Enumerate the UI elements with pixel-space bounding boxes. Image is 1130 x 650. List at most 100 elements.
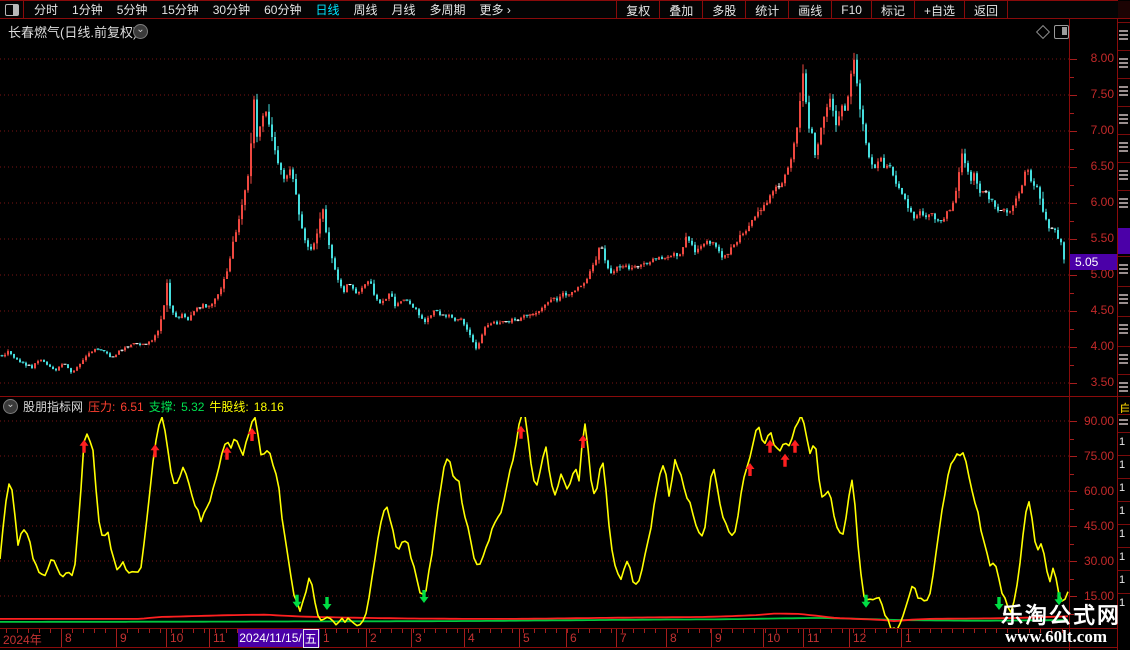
diamond-icon[interactable] (1035, 24, 1051, 40)
time-axis-label: 1 (323, 631, 330, 645)
price-axis-tick (1070, 167, 1077, 168)
period-menu-item[interactable]: 月线 (392, 1, 416, 18)
period-menu-item[interactable]: 日线 (315, 1, 339, 18)
time-axis-minor-tick (391, 629, 392, 633)
period-menu-item[interactable]: 5分钟 (117, 1, 148, 18)
indicator-axis-tick (1070, 421, 1077, 422)
period-menu-item[interactable]: 周线 (353, 1, 377, 18)
selected-date-highlight: 2024/11/15/五 (238, 628, 320, 648)
tools-menu-item[interactable]: 多股 (702, 1, 745, 19)
tools-menu-item[interactable]: 叠加 (659, 1, 702, 19)
watermark-site-name: 乐淘公式网 (1001, 603, 1122, 628)
title-chevron-down-icon[interactable]: ⌄ (133, 24, 148, 39)
month-boundary-tick (803, 629, 804, 647)
time-axis-label: 9 (120, 631, 127, 645)
strip-separator (1118, 106, 1130, 107)
time-axis-minor-tick (94, 629, 95, 633)
month-boundary-tick (366, 629, 367, 647)
time-axis-label: 2 (370, 631, 377, 645)
period-menu-item[interactable]: 30分钟 (213, 1, 250, 18)
fragment-line (1119, 58, 1128, 60)
price-axis-label: 4.50 (1090, 303, 1114, 317)
time-axis-minor-tick (886, 629, 887, 633)
candlestick-chart[interactable] (0, 40, 1069, 396)
time-axis-minor-tick (380, 629, 381, 633)
month-boundary-tick (616, 629, 617, 647)
month-boundary-tick (849, 629, 850, 647)
indicator-chart[interactable] (0, 417, 1069, 628)
time-axis-minor-tick (611, 629, 612, 633)
time-axis-minor-tick (556, 629, 557, 633)
time-axis-minor-tick (699, 629, 700, 633)
fragment-line (1119, 34, 1128, 36)
window-layout-button[interactable] (0, 1, 24, 18)
tools-menu: 复权 叠加 多股 统计 画线 F10 标记 +自选 返回 (616, 1, 1008, 19)
time-axis-minor-tick (457, 629, 458, 633)
fragment-line (1119, 114, 1128, 116)
fragment-line (1119, 354, 1128, 356)
fragment-line (1119, 146, 1128, 148)
month-boundary-tick (411, 629, 412, 647)
clipped-text-fragment (1119, 56, 1128, 70)
clipped-text-fragment (1119, 112, 1128, 126)
panel-toggle-icon[interactable] (1054, 25, 1069, 39)
indicator-axis-label: 60.00 (1083, 484, 1114, 498)
price-axis-label: 4.00 (1090, 339, 1114, 353)
tools-menu-item[interactable]: 画线 (788, 1, 831, 19)
time-axis-minor-tick (820, 629, 821, 633)
tools-menu-item[interactable]: 统计 (745, 1, 788, 19)
time-axis-top-line (0, 628, 1118, 629)
month-boundary-tick (519, 629, 520, 647)
time-axis-label: 11 (807, 631, 820, 645)
clipped-digit: 1 (1119, 505, 1126, 517)
clipped-text-fragment (1119, 168, 1128, 182)
time-axis-minor-tick (193, 629, 194, 633)
period-menu-item[interactable]: 更多 › (480, 1, 511, 18)
app-window: 分时 1分钟 5分钟 15分钟 30分钟 60分钟 日线 周线 月线 多周期 更多 › 复权 叠加 多股… (0, 0, 1130, 650)
period-menu-item[interactable]: 1分钟 (72, 1, 103, 18)
selected-date-weekday: 五 (302, 628, 319, 648)
tools-menu-item[interactable]: +自选 (913, 1, 964, 19)
time-axis-minor-tick (831, 629, 832, 633)
price-axis-tick (1070, 347, 1077, 348)
strip-separator (1118, 501, 1130, 502)
period-menu-item[interactable]: 60分钟 (264, 1, 301, 18)
watermark-site-url: www.60lt.com (1005, 627, 1107, 646)
clipped-text-fragment (1119, 262, 1128, 276)
indicator-axis-tick (1070, 596, 1077, 597)
period-menu-item[interactable]: 分时 (34, 1, 58, 18)
time-axis-minor-tick (589, 629, 590, 633)
price-axis-tick (1070, 149, 1074, 150)
last-price-tag: 5.05 (1070, 254, 1117, 270)
indicator-chevron-down-icon[interactable]: ⌄ (3, 399, 18, 414)
tools-menu-item[interactable]: F10 (831, 1, 871, 19)
period-menu-item[interactable]: 15分钟 (161, 1, 198, 18)
price-axis-tick (1070, 185, 1074, 186)
indicator-name[interactable]: 股朋指标网 (23, 398, 83, 415)
fragment-line (1119, 419, 1128, 421)
tools-menu-item[interactable]: 返回 (963, 1, 1008, 19)
time-axis-minor-tick (72, 629, 73, 633)
time-axis-minor-tick (677, 629, 678, 633)
fragment-line (1119, 38, 1128, 40)
fragment-line (1119, 178, 1128, 180)
fragment-line (1119, 294, 1128, 296)
fragment-line (1119, 30, 1128, 32)
tools-menu-item[interactable]: 标记 (870, 1, 914, 19)
tools-menu-item[interactable]: 复权 (616, 1, 659, 19)
strip-separator (1118, 396, 1130, 397)
clipped-text-fragment (1119, 322, 1128, 336)
strip-highlight-fragment (1118, 228, 1130, 254)
price-axis-tick (1070, 311, 1077, 312)
red-up-arrow (150, 444, 160, 458)
month-boundary-tick (901, 629, 902, 647)
strip-separator (1118, 455, 1130, 456)
time-axis-minor-tick (83, 629, 84, 633)
fragment-line (1119, 362, 1128, 364)
period-menu-item[interactable]: 多周期 (430, 1, 466, 18)
strip-separator (1118, 50, 1130, 51)
green-down-arrow (322, 597, 332, 610)
clipped-text-fragment (1119, 84, 1128, 98)
clipped-text-fragment (1119, 28, 1128, 42)
indicator-axis-tick (1070, 456, 1077, 457)
